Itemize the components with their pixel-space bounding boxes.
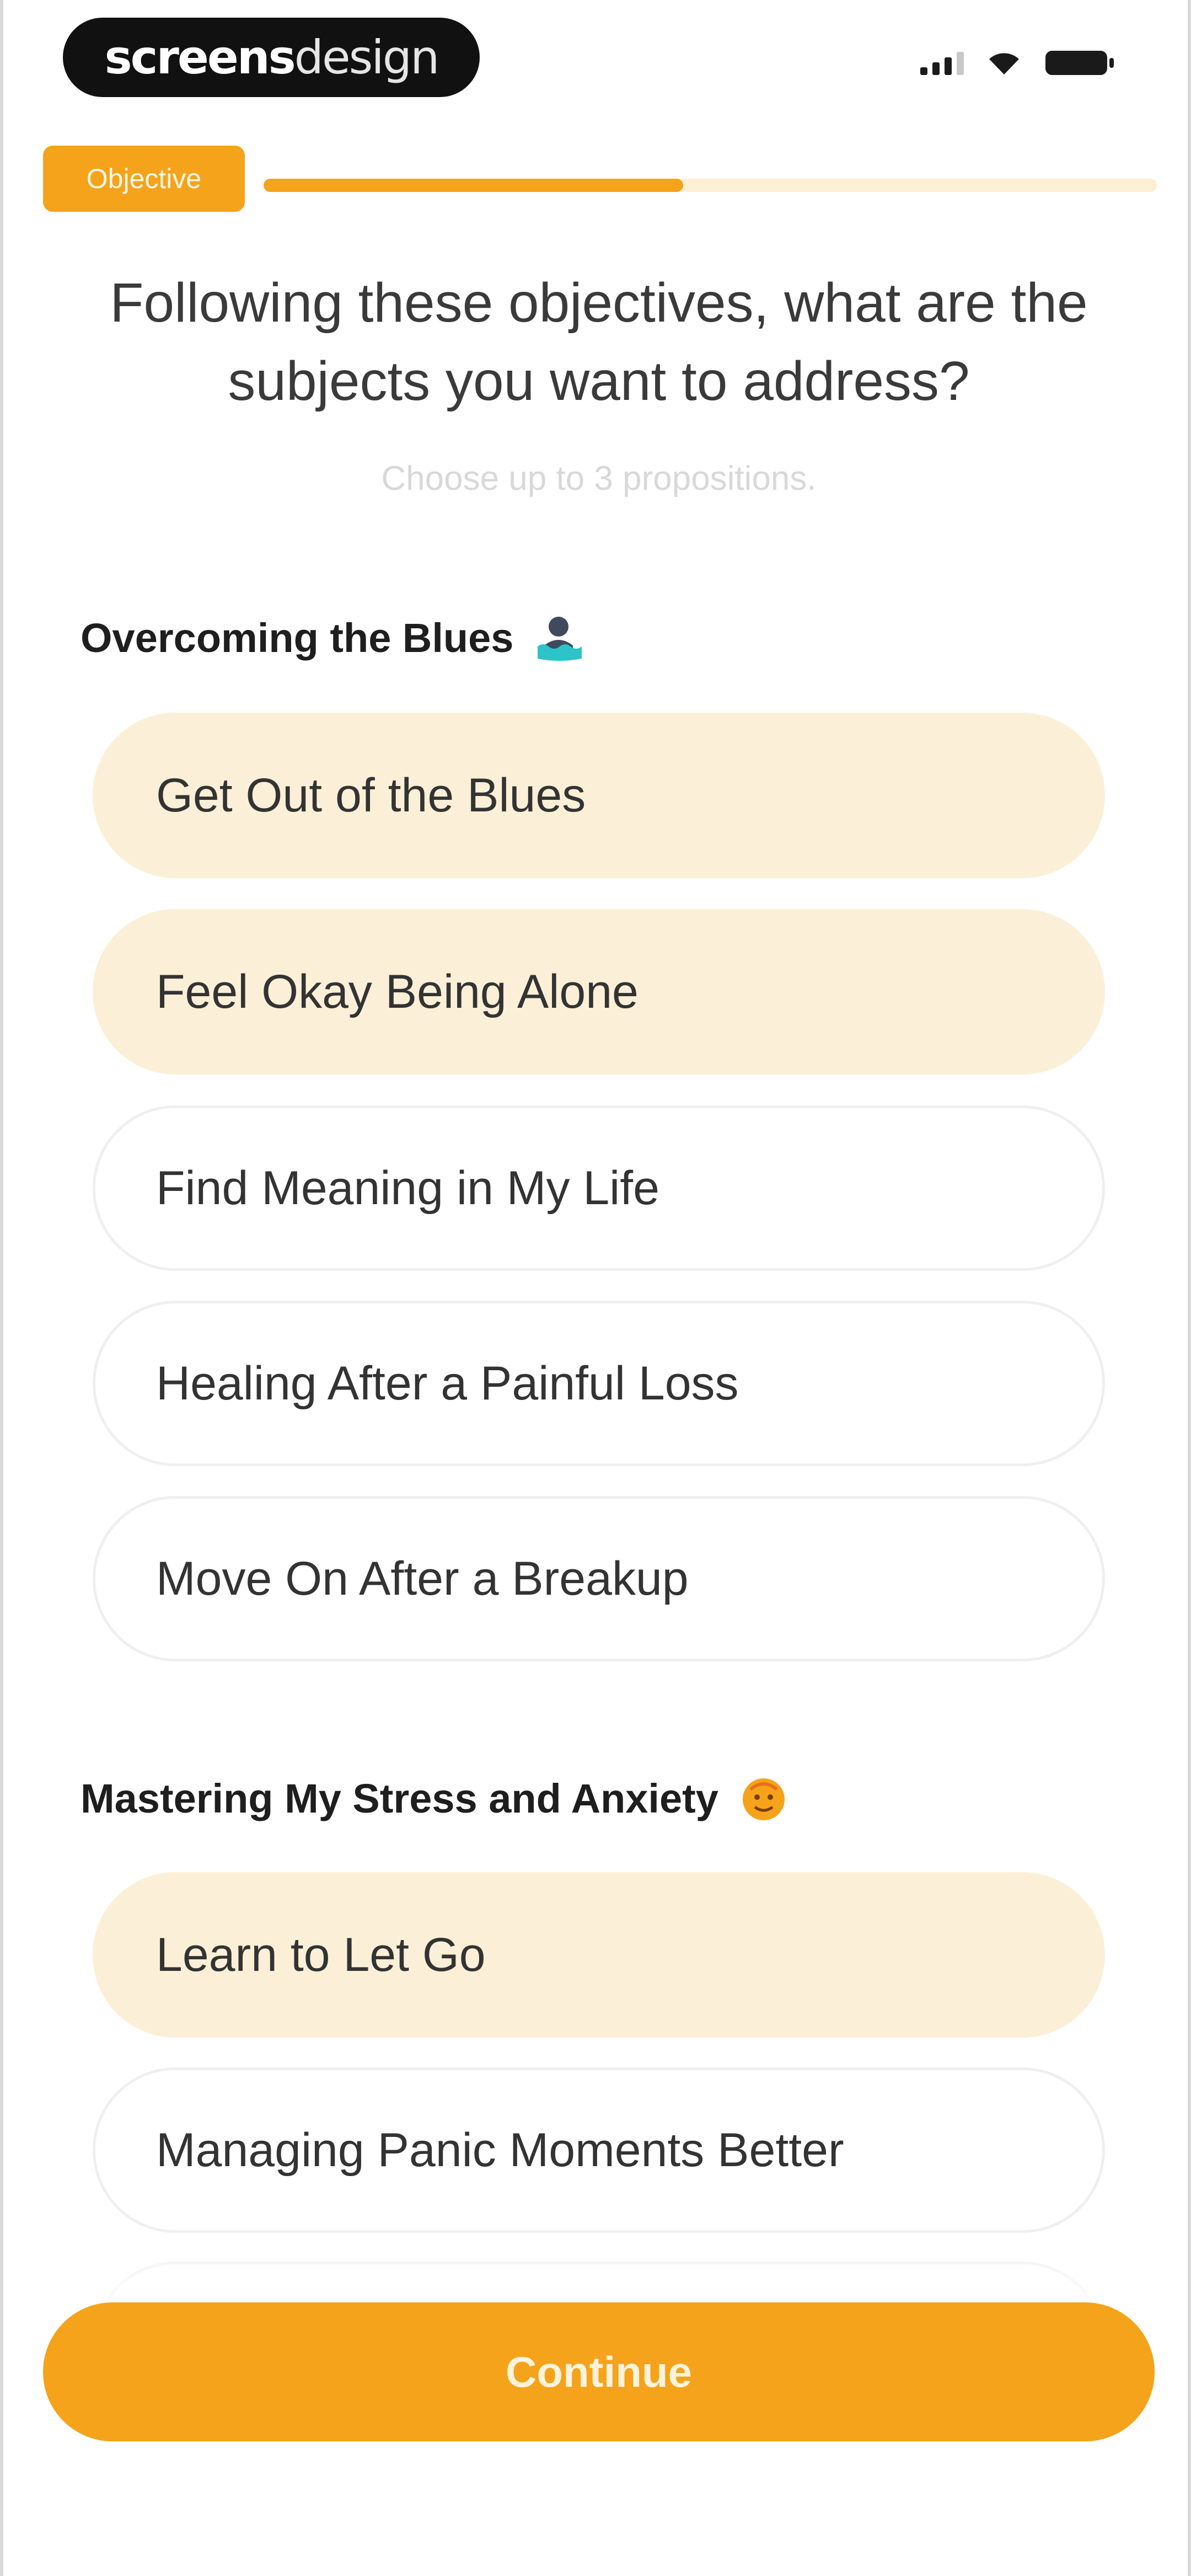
section-title-label: Mastering My Stress and Anxiety — [81, 1775, 718, 1821]
continue-button[interactable]: Continue — [43, 2302, 1155, 2441]
brand-logo-bold: screens — [104, 30, 296, 84]
hot-face-icon — [738, 1773, 789, 1824]
option-move-on-after-a-breakup[interactable]: Move On After a Breakup — [93, 1496, 1105, 1661]
option-learn-to-let-go[interactable]: Learn to Let Go — [93, 1872, 1105, 2038]
step-badge: Objective — [43, 146, 245, 212]
page-title: Following these objectives, what are the… — [110, 272, 1088, 412]
option-label: Find Meaning in My Life — [156, 1161, 659, 1215]
battery-icon — [1044, 49, 1116, 77]
progress-fill — [264, 179, 684, 192]
option-find-meaning-in-my-life[interactable]: Find Meaning in My Life — [93, 1105, 1105, 1271]
status-icons — [920, 49, 1116, 77]
wifi-icon — [987, 50, 1021, 76]
option-get-out-of-the-blues[interactable]: Get Out of the Blues — [93, 713, 1105, 878]
option-healing-after-a-painful-loss[interactable]: Healing After a Painful Loss — [93, 1301, 1105, 1466]
person-in-water-icon — [533, 612, 584, 663]
section-title-stress: Mastering My Stress and Anxiety — [81, 1773, 789, 1824]
progress-bar — [264, 179, 1157, 192]
option-label: Healing After a Painful Loss — [156, 1356, 739, 1410]
status-bar: screens design — [3, 0, 1188, 116]
option-label: Learn to Let Go — [156, 1928, 486, 1981]
brand-logo-light: design — [294, 30, 440, 84]
section-title-blues: Overcoming the Blues — [81, 612, 584, 663]
brand-logo: screens design — [63, 18, 480, 97]
option-feel-okay-being-alone[interactable]: Feel Okay Being Alone — [93, 909, 1105, 1075]
signal-icon — [920, 51, 964, 75]
section-title-label: Overcoming the Blues — [81, 614, 514, 661]
option-label: Move On After a Breakup — [156, 1552, 689, 1605]
option-label: Managing Panic Moments Better — [156, 2123, 844, 2177]
option-managing-panic-moments-better[interactable]: Managing Panic Moments Better — [93, 2067, 1105, 2233]
app-screen: screens design Objective Following these … — [0, 0, 1191, 2576]
option-label: Get Out of the Blues — [156, 768, 586, 822]
selection-hint: Choose up to 3 propositions. — [381, 459, 817, 498]
option-label: Feel Okay Being Alone — [156, 965, 639, 1018]
